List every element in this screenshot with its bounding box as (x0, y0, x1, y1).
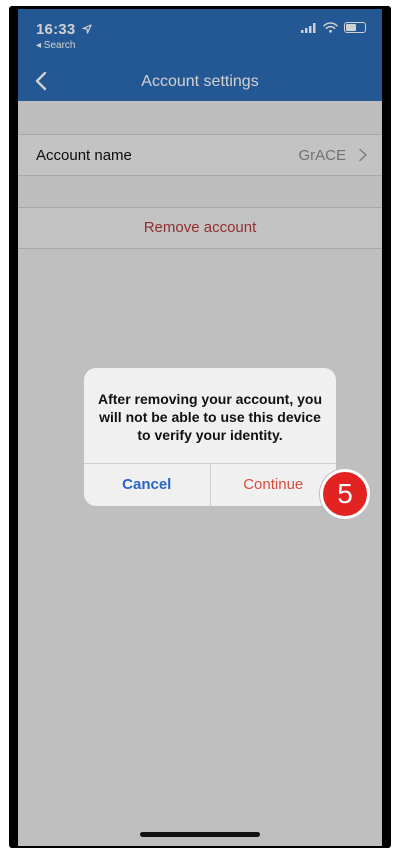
account-name-row[interactable]: Account name GrACE (18, 134, 382, 176)
remove-account-alert: After removing your account, you will no… (84, 368, 336, 506)
location-arrow-icon (82, 24, 92, 34)
remove-account-button[interactable]: Remove account (18, 207, 382, 249)
cancel-button[interactable]: Cancel (84, 464, 211, 506)
continue-button[interactable]: Continue (211, 464, 337, 506)
alert-buttons: Cancel Continue (84, 464, 336, 506)
phone-screen: 16:33 ◂ Search Account settings Account … (18, 9, 382, 846)
status-time: 16:33 (36, 21, 92, 38)
alert-message: After removing your account, you will no… (97, 391, 323, 443)
home-indicator[interactable] (140, 832, 260, 837)
chevron-right-icon (359, 148, 367, 162)
account-name-label: Account name (36, 147, 132, 164)
status-time-text: 16:33 (36, 21, 76, 38)
signal-icon (301, 22, 316, 33)
section-gap (18, 101, 382, 134)
section-gap (18, 176, 382, 207)
top-bar: 16:33 ◂ Search Account settings (18, 9, 382, 101)
status-back-to-app[interactable]: ◂ Search (36, 40, 75, 51)
battery-fill (346, 24, 356, 31)
step-number-badge: 5 (320, 469, 370, 519)
battery-icon (344, 22, 366, 33)
account-name-value: GrACE (298, 147, 346, 164)
status-icons (301, 22, 366, 33)
page-title: Account settings (141, 73, 259, 90)
wifi-icon (323, 22, 338, 33)
